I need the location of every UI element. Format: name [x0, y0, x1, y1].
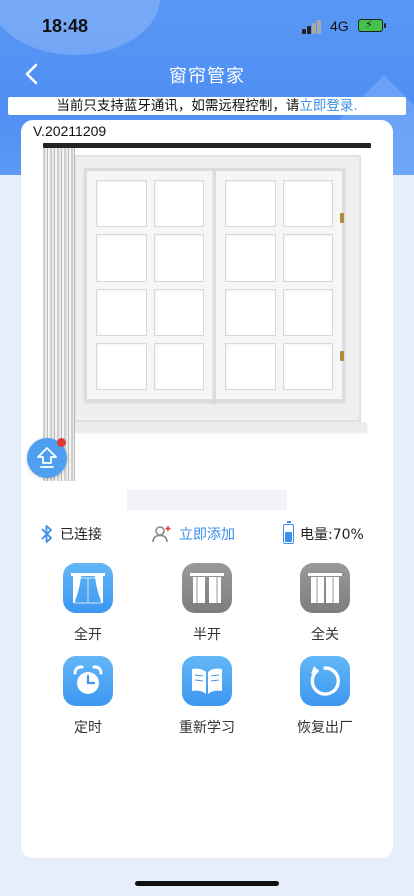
device-name-placeholder [127, 490, 287, 510]
action-label: 半开 [193, 627, 221, 643]
battery-icon [283, 521, 294, 544]
status-time: 18:48 [42, 16, 89, 36]
add-user-button[interactable]: 立即添加 [151, 524, 235, 544]
bluetooth-status: 已连接 [40, 524, 102, 544]
add-user-label: 立即添加 [179, 527, 235, 543]
bluetooth-icon [41, 525, 52, 543]
action-label: 恢复出厂 [297, 720, 353, 736]
window-illustration [68, 155, 367, 432]
notification-dot [57, 438, 66, 447]
navigation-bar: 窗帘管家 [0, 54, 414, 94]
curtain-fabric [43, 148, 75, 481]
upload-arrow-icon [37, 447, 57, 468]
action-label: 全关 [311, 627, 339, 643]
action-label: 定时 [74, 720, 102, 736]
notice-text: 当前只支持蓝牙通讯，如需远程控制，请 [56, 98, 300, 114]
connection-status-text: 已连接 [60, 527, 102, 543]
signal-icon [302, 20, 324, 34]
battery-charging-icon: ⚡ [358, 18, 386, 32]
action-label: 全开 [74, 627, 102, 643]
open-all-button[interactable]: 全开 [43, 563, 133, 644]
home-indicator[interactable] [135, 881, 279, 886]
factory-reset-button[interactable]: 恢复出厂 [280, 656, 370, 737]
restore-icon [300, 656, 350, 706]
window-sash-right [213, 168, 345, 402]
device-status-row: 已连接 立即添加 电量:70% [21, 520, 393, 550]
timer-button[interactable]: 定时 [43, 656, 133, 737]
half-open-button[interactable]: 半开 [162, 563, 252, 644]
curtain-close-icon [300, 563, 350, 613]
login-link[interactable]: 立即登录. [299, 98, 357, 114]
window-sill [68, 422, 367, 432]
battery-level-text: 电量:70% [300, 527, 364, 543]
book-icon [182, 656, 232, 706]
device-card: V.20211209 已连接 立即添加 电量:70% 全开 半开 全关 定时 重… [21, 120, 393, 858]
close-all-button[interactable]: 全关 [280, 563, 370, 644]
add-user-icon [152, 526, 171, 543]
window-sash-left [84, 168, 216, 402]
action-label: 重新学习 [179, 720, 235, 736]
curtain-open-icon [63, 563, 113, 613]
curtain-half-icon [182, 563, 232, 613]
status-bar: 18:48 4G ⚡ [0, 0, 414, 54]
alarm-clock-icon [63, 656, 113, 706]
page-title: 窗帘管家 [169, 66, 245, 87]
network-type: 4G [330, 18, 349, 34]
battery-status: 电量:70% [283, 521, 364, 544]
relearn-button[interactable]: 重新学习 [162, 656, 252, 737]
curtain-rod [43, 143, 371, 148]
upload-button[interactable] [27, 438, 67, 478]
bluetooth-notice: 当前只支持蓝牙通讯，如需远程控制，请立即登录. [8, 97, 406, 115]
firmware-version: V.20211209 [33, 123, 107, 139]
